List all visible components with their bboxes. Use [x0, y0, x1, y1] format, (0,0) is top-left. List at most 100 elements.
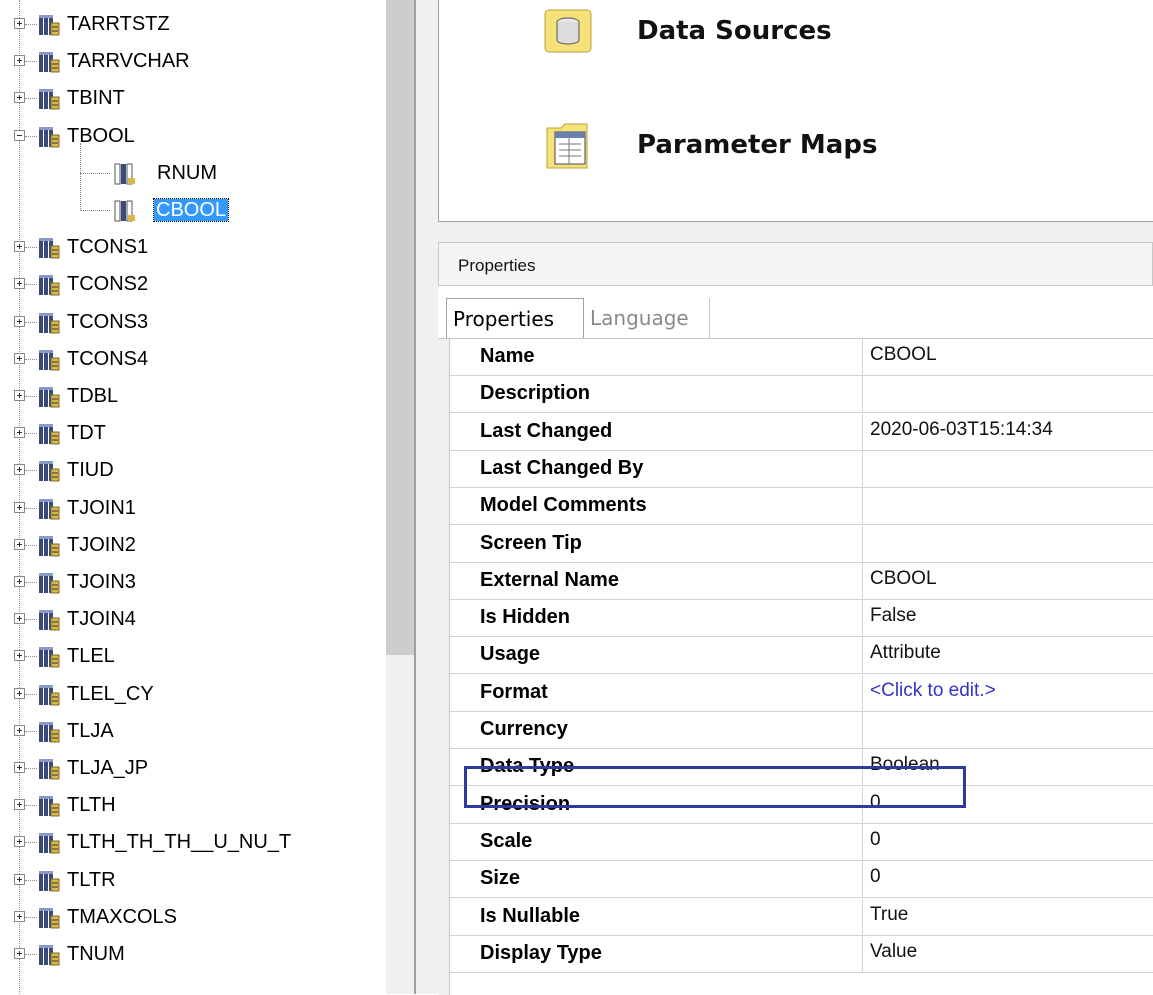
tree-node[interactable]: TNUM	[0, 936, 386, 973]
tree-node[interactable]: TBINT	[0, 80, 386, 117]
expand-icon[interactable]	[14, 353, 25, 364]
property-row[interactable]: Format <Click to edit.>	[450, 675, 1153, 712]
property-value[interactable]: 2020-06-03T15:14:34	[870, 419, 1053, 441]
property-value[interactable]: CBOOL	[870, 344, 937, 366]
expand-icon[interactable]	[14, 762, 25, 773]
collapse-icon[interactable]	[14, 130, 25, 141]
data-sources-item[interactable]: Data Sources	[543, 8, 832, 54]
expand-icon[interactable]	[14, 650, 25, 661]
tree-node-label: TLJA_JP	[67, 757, 149, 779]
property-row[interactable]: External Name CBOOL	[450, 563, 1153, 600]
expand-icon[interactable]	[14, 725, 25, 736]
expand-icon[interactable]	[14, 241, 25, 252]
tab-language[interactable]: Language	[584, 298, 710, 338]
tree-node[interactable]: TJOIN3	[0, 564, 386, 601]
property-row[interactable]: Screen Tip	[450, 526, 1153, 563]
expand-icon[interactable]	[14, 427, 25, 438]
tree-scrollbar-thumb[interactable]	[386, 0, 414, 655]
property-name: Precision	[480, 793, 571, 815]
column-divider	[862, 899, 863, 936]
tree-node-label: TLTH_TH_TH__U_NU_T	[67, 831, 292, 853]
property-row[interactable]: Usage Attribute	[450, 637, 1153, 674]
expand-icon[interactable]	[14, 948, 25, 959]
property-row[interactable]: Is Nullable True	[450, 899, 1153, 936]
tree-connector	[25, 98, 37, 99]
property-row[interactable]: Scale 0	[450, 824, 1153, 861]
tree-child-node[interactable]: RNUM	[0, 155, 386, 192]
expand-icon[interactable]	[14, 390, 25, 401]
property-row[interactable]: Last Changed 2020-06-03T15:14:34	[450, 414, 1153, 451]
property-value[interactable]: CBOOL	[870, 568, 937, 590]
expand-icon[interactable]	[14, 613, 25, 624]
expand-icon[interactable]	[14, 18, 25, 29]
property-row[interactable]: Size 0	[450, 861, 1153, 898]
table-icon	[38, 274, 60, 296]
tree-connector	[25, 359, 37, 360]
parameter-maps-item[interactable]: Parameter Maps	[543, 118, 877, 172]
property-value[interactable]: Boolean	[870, 754, 940, 776]
tree-node[interactable]: TBOOL	[0, 118, 386, 155]
data-sources-label: Data Sources	[637, 16, 832, 46]
expand-icon[interactable]	[14, 836, 25, 847]
tree-node[interactable]: TLTH_TH_TH__U_NU_T	[0, 824, 386, 861]
property-value[interactable]: <Click to edit.>	[870, 680, 996, 702]
tree-node[interactable]: TCONS2	[0, 266, 386, 303]
tree-node[interactable]: TMAXCOLS	[0, 899, 386, 936]
tree-node[interactable]: TARRTSTZ	[0, 6, 386, 43]
property-row[interactable]: Display Type Value	[450, 936, 1153, 973]
tree-node[interactable]: TLEL	[0, 638, 386, 675]
property-row[interactable]: Last Changed By	[450, 451, 1153, 488]
property-value[interactable]: 0	[870, 829, 881, 851]
tree-node[interactable]: TLEL_CY	[0, 676, 386, 713]
property-value[interactable]: 0	[870, 866, 881, 888]
expand-icon[interactable]	[14, 576, 25, 587]
tree-node[interactable]: TCONS1	[0, 229, 386, 266]
expand-icon[interactable]	[14, 278, 25, 289]
tree-node[interactable]: TCONS3	[0, 304, 386, 341]
tree-node[interactable]: TJOIN4	[0, 601, 386, 638]
table-icon	[38, 721, 60, 743]
expand-icon[interactable]	[14, 92, 25, 103]
tree-node[interactable]: TJOIN2	[0, 527, 386, 564]
expand-icon[interactable]	[14, 874, 25, 885]
table-icon	[38, 907, 60, 929]
explorer-panel: Data Sources Parameter Maps	[438, 0, 1153, 222]
tree-node[interactable]: TDBL	[0, 378, 386, 415]
expand-icon[interactable]	[14, 55, 25, 66]
expand-icon[interactable]	[14, 464, 25, 475]
expand-icon[interactable]	[14, 502, 25, 513]
tree-node[interactable]: TDT	[0, 415, 386, 452]
property-row[interactable]: Name CBOOL	[450, 339, 1153, 376]
property-row[interactable]: Data Type Boolean	[450, 749, 1153, 786]
property-row[interactable]: Is Hidden False	[450, 600, 1153, 637]
tree-node[interactable]: TIUD	[0, 452, 386, 489]
property-value[interactable]: Value	[870, 941, 917, 963]
tree-node[interactable]: TARRVCHAR	[0, 43, 386, 80]
expand-icon[interactable]	[14, 316, 25, 327]
property-value[interactable]: 0	[870, 792, 881, 814]
table-icon	[38, 349, 60, 371]
expand-icon[interactable]	[14, 799, 25, 810]
tree-child-node[interactable]: CBOOL	[0, 192, 386, 229]
tree-node[interactable]: TJOIN1	[0, 490, 386, 527]
tree-node[interactable]: TLTH	[0, 787, 386, 824]
property-value[interactable]: Attribute	[870, 642, 941, 664]
expand-icon[interactable]	[14, 688, 25, 699]
expand-icon[interactable]	[14, 911, 25, 922]
property-row[interactable]: Model Comments	[450, 488, 1153, 525]
tree-node[interactable]: TCONS4	[0, 341, 386, 378]
tree-node[interactable]: TLTR	[0, 862, 386, 899]
property-row[interactable]: Currency	[450, 712, 1153, 749]
tab-properties[interactable]: Properties	[446, 298, 584, 338]
property-value[interactable]: True	[870, 904, 908, 926]
expand-icon[interactable]	[14, 539, 25, 550]
tree-connector	[25, 247, 37, 248]
model-tree[interactable]: TARRTSTZ TARRVCHAR TBINT TBOOL RNUM CBOOL TCON…	[0, 0, 414, 994]
tree-node[interactable]: TLJA	[0, 713, 386, 750]
property-row[interactable]: Precision 0	[450, 787, 1153, 824]
property-value[interactable]: False	[870, 605, 916, 627]
table-icon	[38, 944, 60, 966]
tree-node[interactable]: TLJA_JP	[0, 750, 386, 787]
property-row[interactable]: Description	[450, 376, 1153, 413]
table-icon	[38, 684, 60, 706]
